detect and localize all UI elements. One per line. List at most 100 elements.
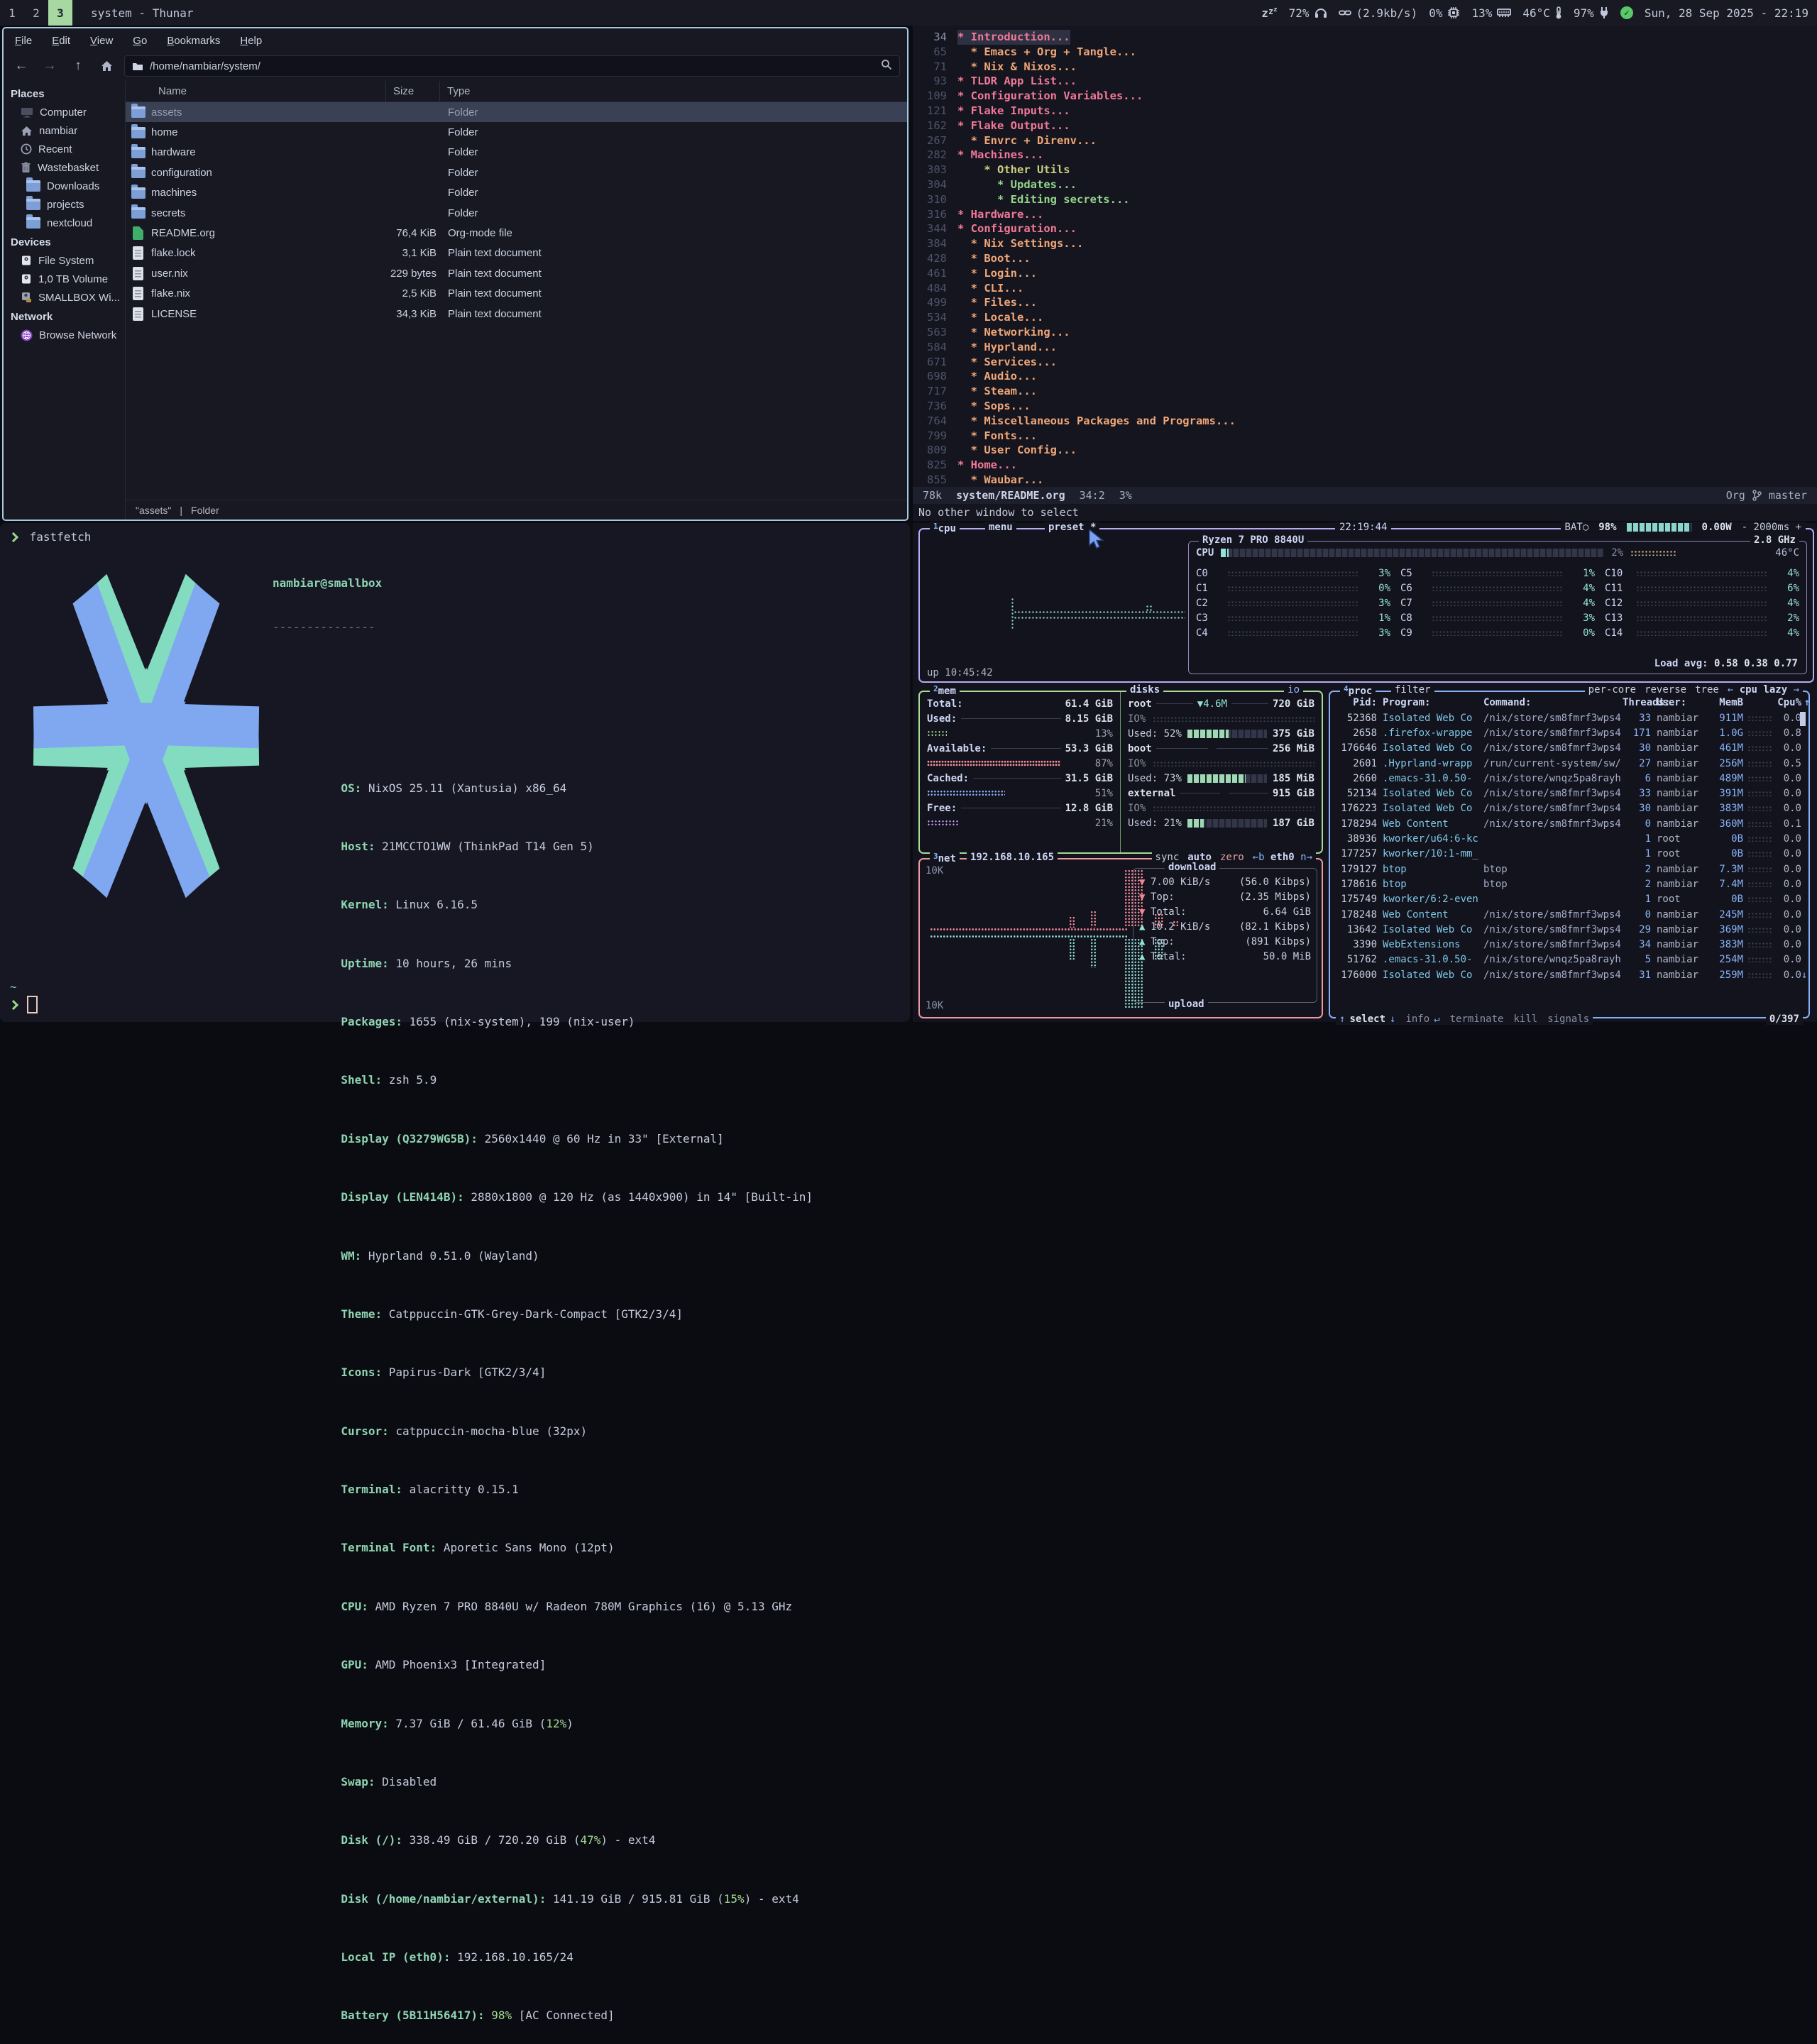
sidebar-item-browse-network[interactable]: Browse Network bbox=[4, 326, 125, 344]
header-cpu[interactable]: Cpu% bbox=[1777, 697, 1801, 708]
org-heading-line[interactable]: 809 * User Config... bbox=[913, 443, 1817, 458]
process-row[interactable]: 178294 Web Content /nix/store/sm8fmrf3wp… bbox=[1330, 816, 1808, 831]
process-row[interactable]: 179127 btop btop 2 nambiar 7.3M 0.0 bbox=[1330, 862, 1808, 877]
org-heading-line[interactable]: 499 * Files... bbox=[913, 295, 1817, 310]
memory-module[interactable]: 13% bbox=[1471, 6, 1511, 20]
org-heading-line[interactable]: 584 * Hyprland... bbox=[913, 340, 1817, 355]
org-heading-line[interactable]: 34 * Introduction... bbox=[913, 30, 1817, 45]
menu-bookmarks[interactable]: Bookmarks bbox=[167, 35, 220, 47]
org-heading-line[interactable]: 267 * Envrc + Direnv... bbox=[913, 133, 1817, 148]
process-row[interactable]: 2601 .Hyprland-wrapp /run/current-system… bbox=[1330, 756, 1808, 771]
org-heading-line[interactable]: 698 * Audio... bbox=[913, 369, 1817, 384]
process-row[interactable]: 177257 kworker/10:1-mm_ 1 root 0B 0.0 bbox=[1330, 847, 1808, 862]
org-heading-line[interactable]: 344 * Configuration... bbox=[913, 221, 1817, 236]
back-button[interactable]: ← bbox=[11, 55, 32, 77]
path-bar[interactable]: /home/nambiar/system/ bbox=[124, 55, 900, 77]
org-heading-line[interactable]: 563 * Networking... bbox=[913, 325, 1817, 340]
temperature-module[interactable]: 46°C bbox=[1522, 6, 1562, 20]
menu-help[interactable]: Help bbox=[240, 35, 262, 47]
info-button[interactable]: info bbox=[1405, 1013, 1429, 1025]
process-row[interactable]: 51762 .emacs-31.0.50- /nix/store/wnqz5pa… bbox=[1330, 952, 1808, 967]
disks-title[interactable]: disks bbox=[1126, 684, 1163, 696]
file-row[interactable]: hardware Folder bbox=[126, 143, 907, 163]
file-row[interactable]: flake.nix 2,5 KiB Plain text document bbox=[126, 284, 907, 304]
org-heading-line[interactable]: 825 * Home... bbox=[913, 458, 1817, 473]
column-type[interactable]: Type bbox=[439, 81, 907, 101]
home-button[interactable] bbox=[96, 55, 117, 77]
column-size[interactable]: Size bbox=[385, 81, 439, 101]
process-row[interactable]: 52134 Isolated Web Co /nix/store/sm8fmrf… bbox=[1330, 786, 1808, 801]
process-row[interactable]: 52368 Isolated Web Co /nix/store/sm8fmrf… bbox=[1330, 710, 1808, 725]
file-row[interactable]: home Folder bbox=[126, 122, 907, 142]
search-button[interactable] bbox=[881, 59, 892, 73]
org-heading-line[interactable]: 736 * Sops... bbox=[913, 399, 1817, 414]
org-heading-line[interactable]: 534 * Locale... bbox=[913, 310, 1817, 325]
header-user[interactable]: User: bbox=[1651, 697, 1706, 708]
network-module[interactable]: (2.9kb/s) bbox=[1339, 6, 1418, 20]
filter-button[interactable]: filter bbox=[1391, 684, 1434, 696]
sidebar-item-home[interactable]: nambiar bbox=[4, 121, 125, 140]
column-name[interactable]: Name bbox=[151, 81, 385, 101]
menu-button[interactable]: menu bbox=[985, 522, 1016, 533]
process-row[interactable]: 178248 Web Content /nix/store/sm8fmrf3wp… bbox=[1330, 907, 1808, 922]
org-heading-line[interactable]: 109 * Configuration Variables... bbox=[913, 89, 1817, 104]
menu-file[interactable]: File bbox=[15, 35, 32, 47]
org-heading-line[interactable]: 671 * Services... bbox=[913, 355, 1817, 370]
org-heading-line[interactable]: 310 * Editing secrets... bbox=[913, 192, 1817, 207]
volume-module[interactable]: 72% bbox=[1289, 6, 1327, 20]
file-row[interactable]: secrets Folder bbox=[126, 203, 907, 223]
header-program[interactable]: Program: bbox=[1377, 697, 1483, 708]
sidebar-item-volume[interactable]: 1,0 TB Volume bbox=[4, 270, 125, 288]
sidebar-item-recent[interactable]: Recent bbox=[4, 140, 125, 158]
org-heading-line[interactable]: 93 * TLDR App List... bbox=[913, 74, 1817, 89]
select-up-icon[interactable]: ↑ bbox=[1339, 1013, 1345, 1025]
sidebar-item-projects[interactable]: projects bbox=[4, 195, 125, 214]
kill-button[interactable]: kill bbox=[1513, 1013, 1537, 1025]
idle-inhibitor[interactable]: zzz bbox=[1261, 6, 1277, 20]
workspace-button[interactable]: 2 bbox=[24, 0, 48, 26]
sidebar-item-downloads[interactable]: Downloads bbox=[4, 177, 125, 195]
shell-prompt[interactable] bbox=[9, 996, 38, 1013]
mem-panel-title[interactable]: 2mem bbox=[930, 684, 960, 697]
file-row[interactable]: flake.lock 3,1 KiB Plain text document bbox=[126, 243, 907, 263]
select-down-icon[interactable]: ↓ bbox=[1390, 1013, 1395, 1025]
org-heading-line[interactable]: 121 * Flake Inputs... bbox=[913, 104, 1817, 119]
org-heading-line[interactable]: 71 * Nix & Nixos... bbox=[913, 60, 1817, 75]
org-heading-line[interactable]: 461 * Login... bbox=[913, 266, 1817, 281]
process-row[interactable]: 178616 btop btop 2 nambiar 7.4M 0.0 bbox=[1330, 877, 1808, 891]
select-label[interactable]: select bbox=[1349, 1013, 1385, 1025]
cpu-panel-title[interactable]: 1cpu bbox=[930, 522, 960, 534]
scroll-up-icon[interactable]: ↑ bbox=[1801, 697, 1810, 708]
systemd-status[interactable]: ✓ bbox=[1620, 6, 1633, 19]
sidebar-item-smallbox[interactable]: SMALLBOX Wi... bbox=[4, 288, 125, 307]
workspace-button[interactable]: 1 bbox=[0, 0, 24, 26]
update-interval[interactable]: - 2000ms + bbox=[1742, 522, 1801, 533]
sidebar-item-computer[interactable]: Computer bbox=[4, 103, 125, 121]
proc-panel-title[interactable]: 4proc bbox=[1340, 684, 1376, 697]
org-heading-line[interactable]: 65 * Emacs + Org + Tangle... bbox=[913, 45, 1817, 60]
terminate-button[interactable]: terminate bbox=[1450, 1013, 1504, 1025]
sidebar-item-nextcloud[interactable]: nextcloud bbox=[4, 214, 125, 232]
org-heading-line[interactable]: 304 * Updates... bbox=[913, 177, 1817, 192]
signals-button[interactable]: signals bbox=[1547, 1013, 1589, 1025]
org-heading-line[interactable]: 282 * Machines... bbox=[913, 148, 1817, 163]
clock-module[interactable]: Sun, 28 Sep 2025 - 22:19 bbox=[1645, 6, 1808, 20]
header-pid[interactable]: Pid: bbox=[1333, 697, 1377, 708]
sidebar-item-filesystem[interactable]: File System bbox=[4, 251, 125, 270]
org-heading-line[interactable]: 717 * Steam... bbox=[913, 384, 1817, 399]
file-row[interactable]: assets Folder bbox=[126, 102, 907, 122]
process-row[interactable]: 3390 WebExtensions /nix/store/sm8fmrf3wp… bbox=[1330, 937, 1808, 952]
reverse-button[interactable]: reverse bbox=[1645, 684, 1686, 696]
sidebar-item-wastebasket[interactable]: Wastebasket bbox=[4, 158, 125, 177]
per-core-button[interactable]: per-core bbox=[1588, 684, 1636, 696]
org-heading-line[interactable]: 428 * Boot... bbox=[913, 251, 1817, 266]
file-row[interactable]: machines Folder bbox=[126, 183, 907, 203]
sort-right-icon[interactable]: → bbox=[1794, 684, 1799, 696]
sort-left-icon[interactable]: ← bbox=[1728, 684, 1733, 696]
proc-scrollbar[interactable] bbox=[1800, 712, 1806, 726]
menu-edit[interactable]: Edit bbox=[52, 35, 70, 47]
process-row[interactable]: 2660 .emacs-31.0.50- /nix/store/wnqz5pa8… bbox=[1330, 771, 1808, 786]
process-row[interactable]: 38936 kworker/u64:6-kc 1 root 0B 0.0 bbox=[1330, 831, 1808, 846]
tree-button[interactable]: tree bbox=[1695, 684, 1719, 696]
org-heading-line[interactable]: 384 * Nix Settings... bbox=[913, 236, 1817, 251]
